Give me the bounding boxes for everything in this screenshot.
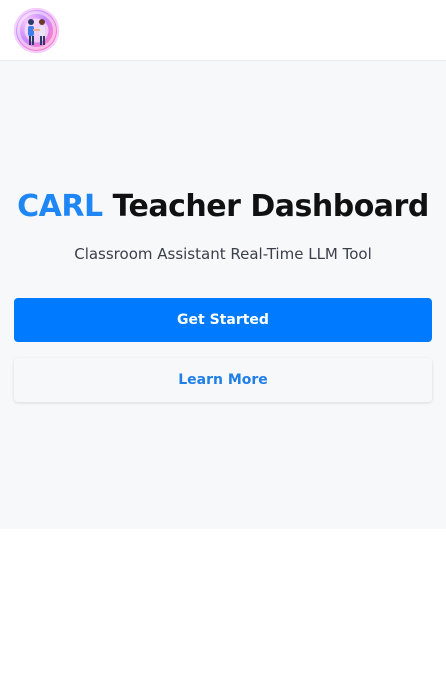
brand-name: CARL: [17, 189, 103, 224]
top-header: [0, 0, 446, 61]
get-started-button[interactable]: Get Started: [14, 298, 432, 342]
hero-section: CARL Teacher Dashboard Classroom Assista…: [0, 61, 446, 529]
learn-more-button[interactable]: Learn More: [14, 358, 432, 402]
page-title: CARL Teacher Dashboard: [0, 189, 446, 224]
title-rest: Teacher Dashboard: [112, 189, 430, 224]
people-handshake-icon: [17, 11, 56, 50]
logo-people-icon[interactable]: [14, 8, 59, 53]
page-subtitle: Classroom Assistant Real-Time LLM Tool: [74, 245, 372, 263]
